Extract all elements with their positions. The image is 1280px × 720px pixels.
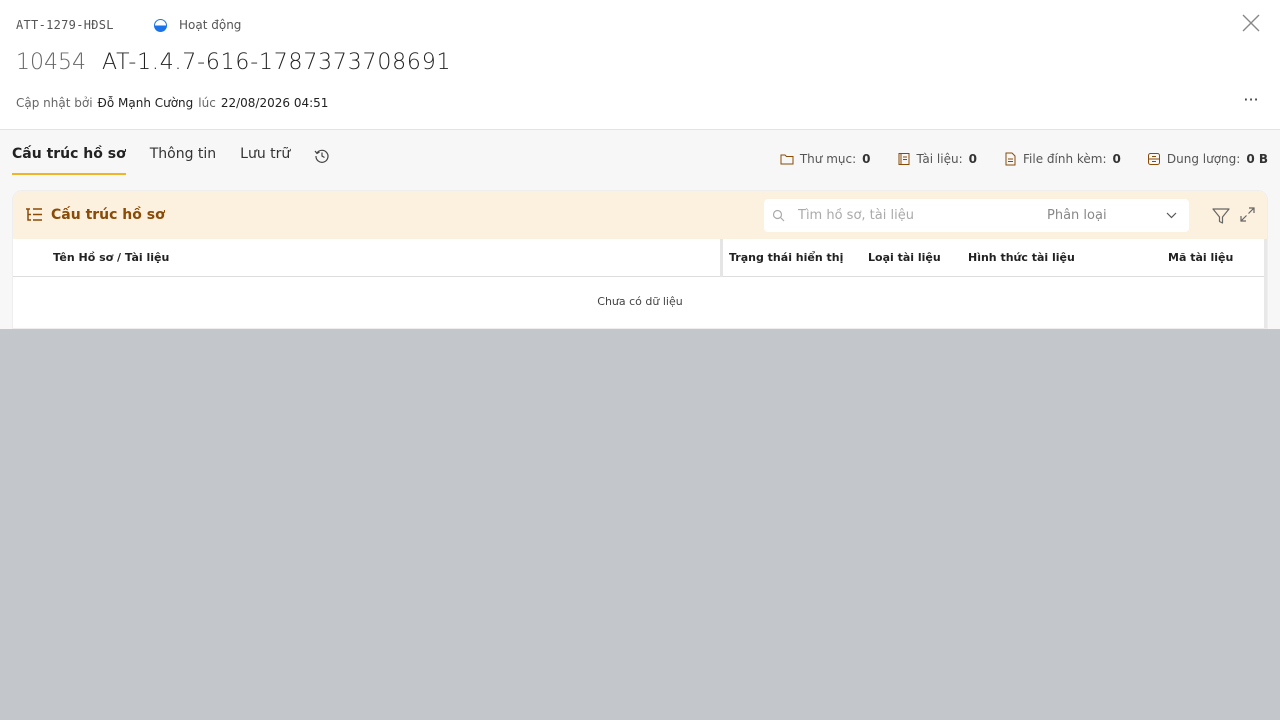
search-icon: [772, 209, 785, 222]
updated-at: 22/08/2026 04:51: [220, 96, 329, 110]
table-header: Tên Hồ sơ / Tài liệu Trạng thái hiển thị…: [13, 239, 1267, 277]
column-header-document-code[interactable]: Mã tài liệu: [1168, 251, 1233, 264]
record-code: ATT-1279-HĐSL: [16, 18, 114, 32]
classify-select[interactable]: Phân loại: [1047, 199, 1189, 232]
record-number: 10454: [16, 50, 86, 75]
at-label: lúc: [198, 96, 216, 110]
update-info: Cập nhật bởi Đỗ Mạnh Cường lúc 22/08/202…: [16, 96, 328, 110]
empty-state: Chưa có dữ liệu: [597, 295, 683, 308]
stat-size-value: 0 B: [1246, 152, 1268, 166]
stat-attachments: File đính kèm: 0: [1003, 152, 1121, 166]
storage-icon: [1147, 153, 1160, 165]
search-input[interactable]: [798, 208, 1028, 223]
stat-documents: Tài liệu: 0: [897, 152, 977, 166]
tab-storage[interactable]: Lưu trữ: [240, 146, 290, 173]
classify-select-label: Phân loại: [1047, 208, 1107, 223]
status-text: Hoạt động: [179, 18, 242, 32]
structure-panel-title: Cấu trúc hồ sơ: [25, 207, 165, 223]
structure-panel: Cấu trúc hồ sơ Phân loại: [12, 190, 1268, 329]
structure-panel-title-text: Cấu trúc hồ sơ: [51, 207, 165, 223]
column-resize-handle[interactable]: [720, 239, 723, 277]
column-header-document-type[interactable]: Loại tài liệu: [868, 251, 941, 264]
status-badge: Hoạt động: [154, 18, 241, 32]
record-header: ATT-1279-HĐSL Hoạt động 10454 AT-1.4.7-6…: [0, 0, 1280, 130]
tab-info[interactable]: Thông tin: [150, 146, 216, 173]
close-icon[interactable]: [1240, 12, 1262, 34]
tree-list-icon: [26, 208, 42, 221]
stat-folders: Thư mục: 0: [780, 152, 871, 166]
column-header-display-status[interactable]: Trạng thái hiển thị: [729, 251, 843, 264]
column-header-document-form[interactable]: Hình thức tài liệu: [968, 251, 1075, 264]
stat-size-label: Dung lượng:: [1166, 152, 1241, 166]
stat-documents-value: 0: [968, 152, 977, 166]
filter-icon[interactable]: [1211, 206, 1231, 226]
stat-documents-label: Tài liệu:: [916, 152, 963, 166]
history-icon[interactable]: [314, 148, 330, 164]
stat-attachments-label: File đính kèm:: [1023, 152, 1107, 166]
updated-by-user: Đỗ Mạnh Cường: [97, 96, 194, 110]
expand-icon[interactable]: [1240, 207, 1255, 222]
status-icon: [154, 18, 167, 32]
record-stats: Thư mục: 0 Tài liệu: 0 File đính kèm: 0 …: [780, 152, 1268, 166]
structure-panel-header: Cấu trúc hồ sơ Phân loại: [13, 191, 1267, 239]
book-icon: [898, 153, 909, 165]
page-title: 10454 AT-1.4.7-616-1787373708691: [16, 50, 451, 75]
stat-folders-label: Thư mục:: [799, 152, 857, 166]
record-detail-panel: ATT-1279-HĐSL Hoạt động 10454 AT-1.4.7-6…: [0, 0, 1280, 329]
chevron-down-icon: [1166, 212, 1177, 219]
file-icon: [1005, 152, 1016, 166]
tab-bar: Cấu trúc hồ sơ Thông tin Lưu trữ: [12, 146, 330, 175]
search-box: Phân loại: [764, 199, 1189, 232]
stat-folders-value: 0: [862, 152, 871, 166]
record-name: AT-1.4.7-616-1787373708691: [102, 50, 452, 75]
more-options-icon[interactable]: ···: [1242, 92, 1260, 111]
folder-icon: [780, 154, 794, 165]
stat-size: Dung lượng: 0 B: [1147, 152, 1268, 166]
scroll-shadow: [1264, 239, 1267, 328]
updated-by-label: Cập nhật bởi: [16, 96, 93, 110]
column-header-name[interactable]: Tên Hồ sơ / Tài liệu: [53, 251, 169, 264]
tab-structure[interactable]: Cấu trúc hồ sơ: [12, 146, 126, 175]
stat-attachments-value: 0: [1112, 152, 1121, 166]
